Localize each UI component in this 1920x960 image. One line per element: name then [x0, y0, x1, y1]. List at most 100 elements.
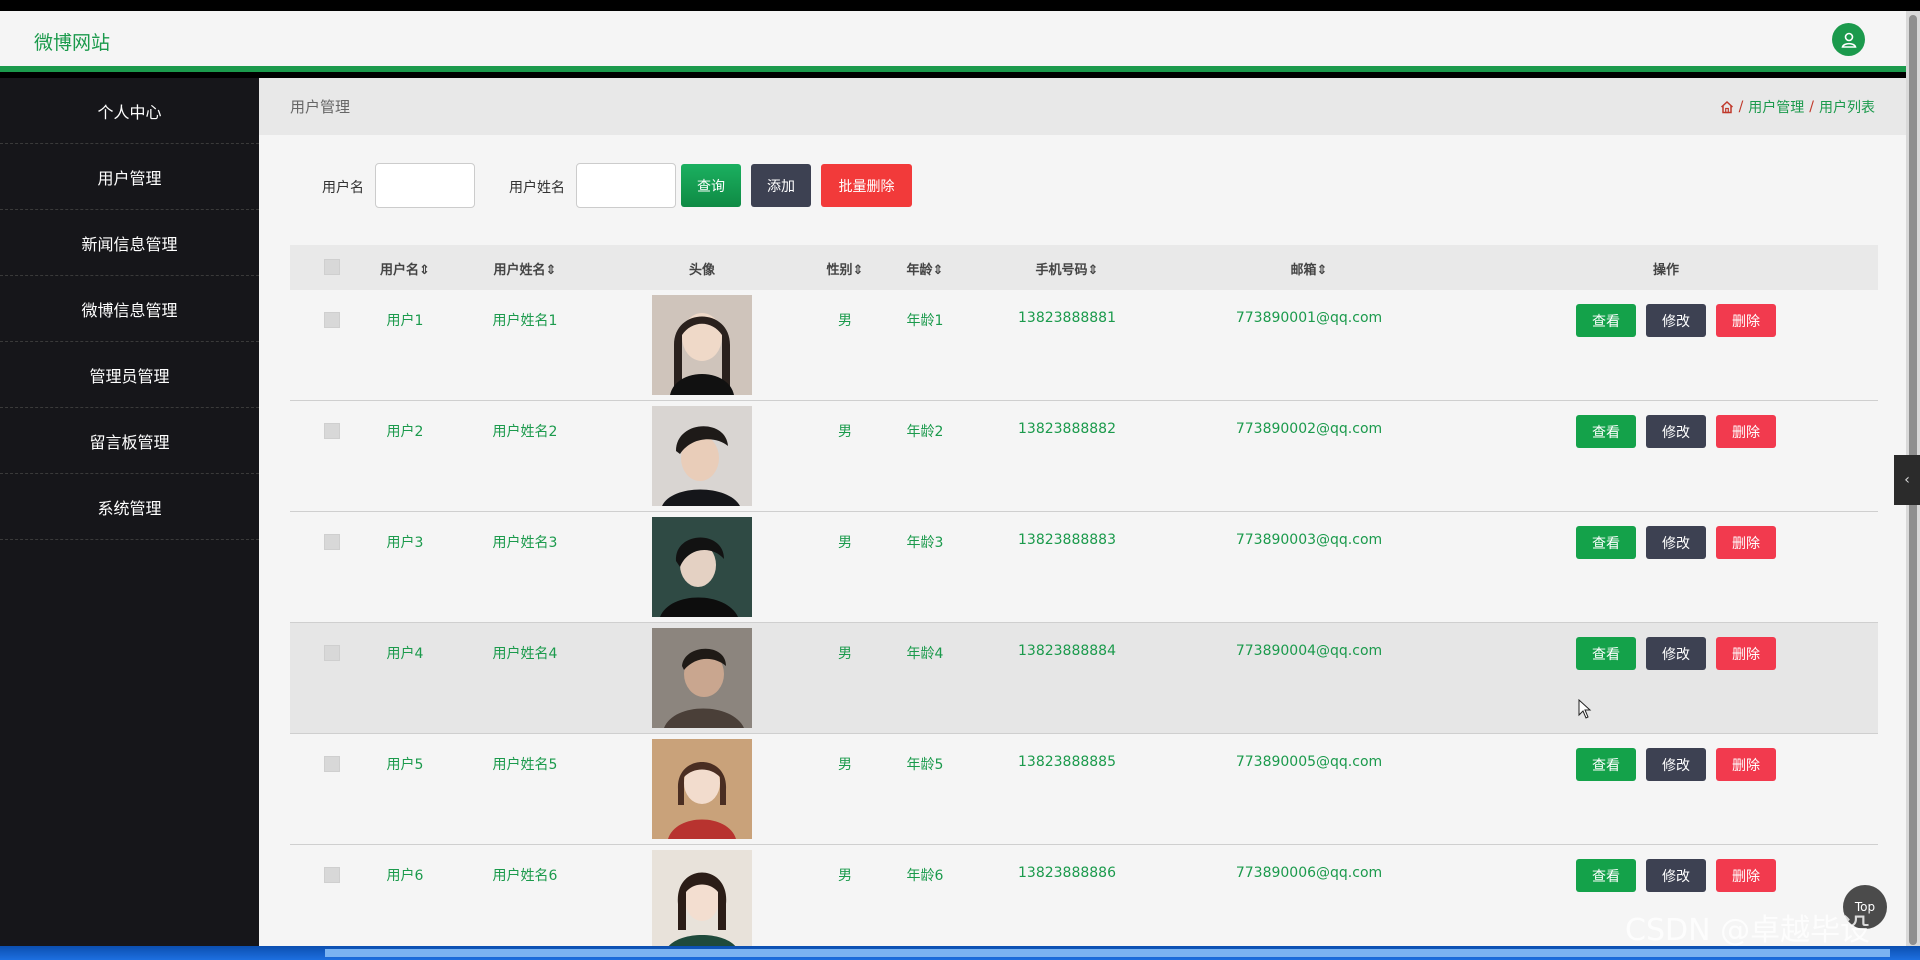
breadcrumb-separator: / [1809, 99, 1814, 115]
table-row: 用户5 用户姓名5 男 年龄5 13823888885 773890005@qq… [290, 734, 1878, 845]
view-button[interactable]: 查看 [1576, 637, 1636, 670]
cell-email: 773890001@qq.com [1235, 310, 1383, 326]
realname-label: 用户姓名 [509, 180, 565, 196]
avatar-photo [652, 295, 752, 395]
user-table: 用户名⇕ 用户姓名⇕ 头像 性别⇕ 年龄⇕ 手机号码⇕ 邮箱⇕ 操作 用户1 用… [290, 245, 1878, 946]
cell-phone: 13823888885 [1018, 754, 1116, 770]
edit-button[interactable]: 修改 [1646, 637, 1706, 670]
cell-age: 年龄1 [906, 313, 944, 329]
cell-age: 年龄3 [906, 535, 944, 551]
username-label: 用户名 [322, 180, 364, 196]
sort-icon: ⇕ [419, 263, 430, 278]
realname-input[interactable] [576, 163, 676, 208]
cell-email: 773890006@qq.com [1235, 865, 1383, 881]
edit-button[interactable]: 修改 [1646, 304, 1706, 337]
view-button[interactable]: 查看 [1576, 748, 1636, 781]
page-title: 用户管理 [290, 98, 351, 116]
delete-button[interactable]: 删除 [1716, 748, 1776, 781]
sidebar-item-admin-management[interactable]: 管理员管理 [0, 342, 259, 408]
column-header-phone[interactable]: 手机号码⇕ [1036, 259, 1099, 278]
edit-button[interactable]: 修改 [1646, 748, 1706, 781]
column-header-gender[interactable]: 性别⇕ [827, 259, 864, 278]
sidebar-item-label: 用户管理 [97, 168, 162, 188]
edit-button[interactable]: 修改 [1646, 415, 1706, 448]
chevron-left-icon: ‹ [1904, 472, 1910, 488]
sidebar-item-label: 留言板管理 [89, 432, 170, 452]
row-checkbox[interactable] [324, 534, 340, 550]
sidebar-item-user-management[interactable]: 用户管理 [0, 144, 259, 210]
view-button[interactable]: 查看 [1576, 859, 1636, 892]
side-panel-toggle[interactable]: ‹ [1894, 455, 1920, 505]
sidebar-item-system-management[interactable]: 系统管理 [0, 474, 259, 540]
cell-email: 773890003@qq.com [1235, 532, 1383, 548]
sidebar: 个人中心 用户管理 新闻信息管理 微博信息管理 管理员管理 留言板管理 系统管理 [0, 78, 259, 946]
sort-icon: ⇕ [932, 263, 944, 278]
row-checkbox[interactable] [324, 867, 340, 883]
cell-phone: 13823888883 [1018, 532, 1116, 548]
breadcrumb-bar: 用户管理 / 用户管理 / 用户列表 [259, 78, 1906, 135]
view-button[interactable]: 查看 [1576, 304, 1636, 337]
cell-age: 年龄2 [906, 424, 944, 440]
cell-phone: 13823888881 [1018, 310, 1116, 326]
row-checkbox[interactable] [324, 312, 340, 328]
cell-username: 用户1 [386, 313, 424, 329]
row-checkbox[interactable] [324, 645, 340, 661]
username-input[interactable] [375, 163, 475, 208]
cell-realname: 用户姓名5 [492, 757, 558, 773]
sidebar-item-label: 新闻信息管理 [81, 234, 178, 254]
delete-button[interactable]: 删除 [1716, 415, 1776, 448]
cell-username: 用户2 [386, 424, 424, 440]
cell-gender: 男 [838, 424, 852, 440]
row-checkbox[interactable] [324, 756, 340, 772]
cell-age: 年龄4 [906, 646, 944, 662]
cell-gender: 男 [838, 535, 852, 551]
sidebar-item-message-board[interactable]: 留言板管理 [0, 408, 259, 474]
edit-button[interactable]: 修改 [1646, 859, 1706, 892]
cell-gender: 男 [838, 646, 852, 662]
delete-button[interactable]: 删除 [1716, 859, 1776, 892]
cell-email: 773890005@qq.com [1235, 754, 1383, 770]
add-button[interactable]: 添加 [751, 164, 811, 207]
sidebar-item-news-management[interactable]: 新闻信息管理 [0, 210, 259, 276]
batch-delete-button[interactable]: 批量删除 [821, 164, 912, 207]
main-content: 用户管理 / 用户管理 / 用户列表 用户名 用户姓名 查询 添加 批量删除 用… [259, 78, 1906, 946]
breadcrumb-user-management[interactable]: 用户管理 [1748, 97, 1804, 117]
delete-button[interactable]: 删除 [1716, 304, 1776, 337]
cell-realname: 用户姓名2 [492, 424, 558, 440]
sidebar-item-label: 微博信息管理 [81, 300, 178, 320]
edit-button[interactable]: 修改 [1646, 526, 1706, 559]
delete-button[interactable]: 删除 [1716, 526, 1776, 559]
cell-realname: 用户姓名1 [492, 313, 558, 329]
taskbar [0, 946, 1920, 960]
cell-email: 773890004@qq.com [1235, 643, 1383, 659]
sidebar-item-label: 管理员管理 [89, 366, 170, 386]
sort-icon: ⇕ [1087, 263, 1099, 278]
view-button[interactable]: 查看 [1576, 415, 1636, 448]
user-avatar-button[interactable] [1832, 23, 1865, 56]
select-all-checkbox[interactable] [324, 259, 340, 275]
column-header-username[interactable]: 用户名⇕ [380, 259, 430, 278]
column-header-age[interactable]: 年龄⇕ [907, 259, 944, 278]
delete-button[interactable]: 删除 [1716, 637, 1776, 670]
cell-username: 用户4 [386, 646, 424, 662]
column-header-email[interactable]: 邮箱⇕ [1291, 259, 1328, 278]
table-row: 用户2 用户姓名2 男 年龄2 13823888882 773890002@qq… [290, 401, 1878, 512]
sidebar-item-personal-center[interactable]: 个人中心 [0, 78, 259, 144]
column-header-avatar: 头像 [688, 263, 716, 278]
row-checkbox[interactable] [324, 423, 340, 439]
breadcrumb-separator: / [1738, 99, 1744, 115]
sort-icon: ⇕ [545, 263, 557, 278]
sidebar-item-weibo-management[interactable]: 微博信息管理 [0, 276, 259, 342]
cell-phone: 13823888886 [1018, 865, 1116, 881]
breadcrumb-user-list: 用户列表 [1819, 100, 1875, 116]
table-row: 用户1 用户姓名1 男 年龄1 13823888881 773890001@qq… [290, 290, 1878, 401]
query-button[interactable]: 查询 [681, 164, 741, 207]
avatar-photo [652, 406, 752, 506]
column-header-realname[interactable]: 用户姓名⇕ [494, 259, 557, 278]
site-title[interactable]: 微博网站 [34, 28, 110, 55]
avatar-photo [652, 517, 752, 617]
cell-realname: 用户姓名3 [492, 535, 558, 551]
view-button[interactable]: 查看 [1576, 526, 1636, 559]
home-icon[interactable] [1720, 100, 1734, 114]
cell-phone: 13823888884 [1018, 643, 1116, 659]
